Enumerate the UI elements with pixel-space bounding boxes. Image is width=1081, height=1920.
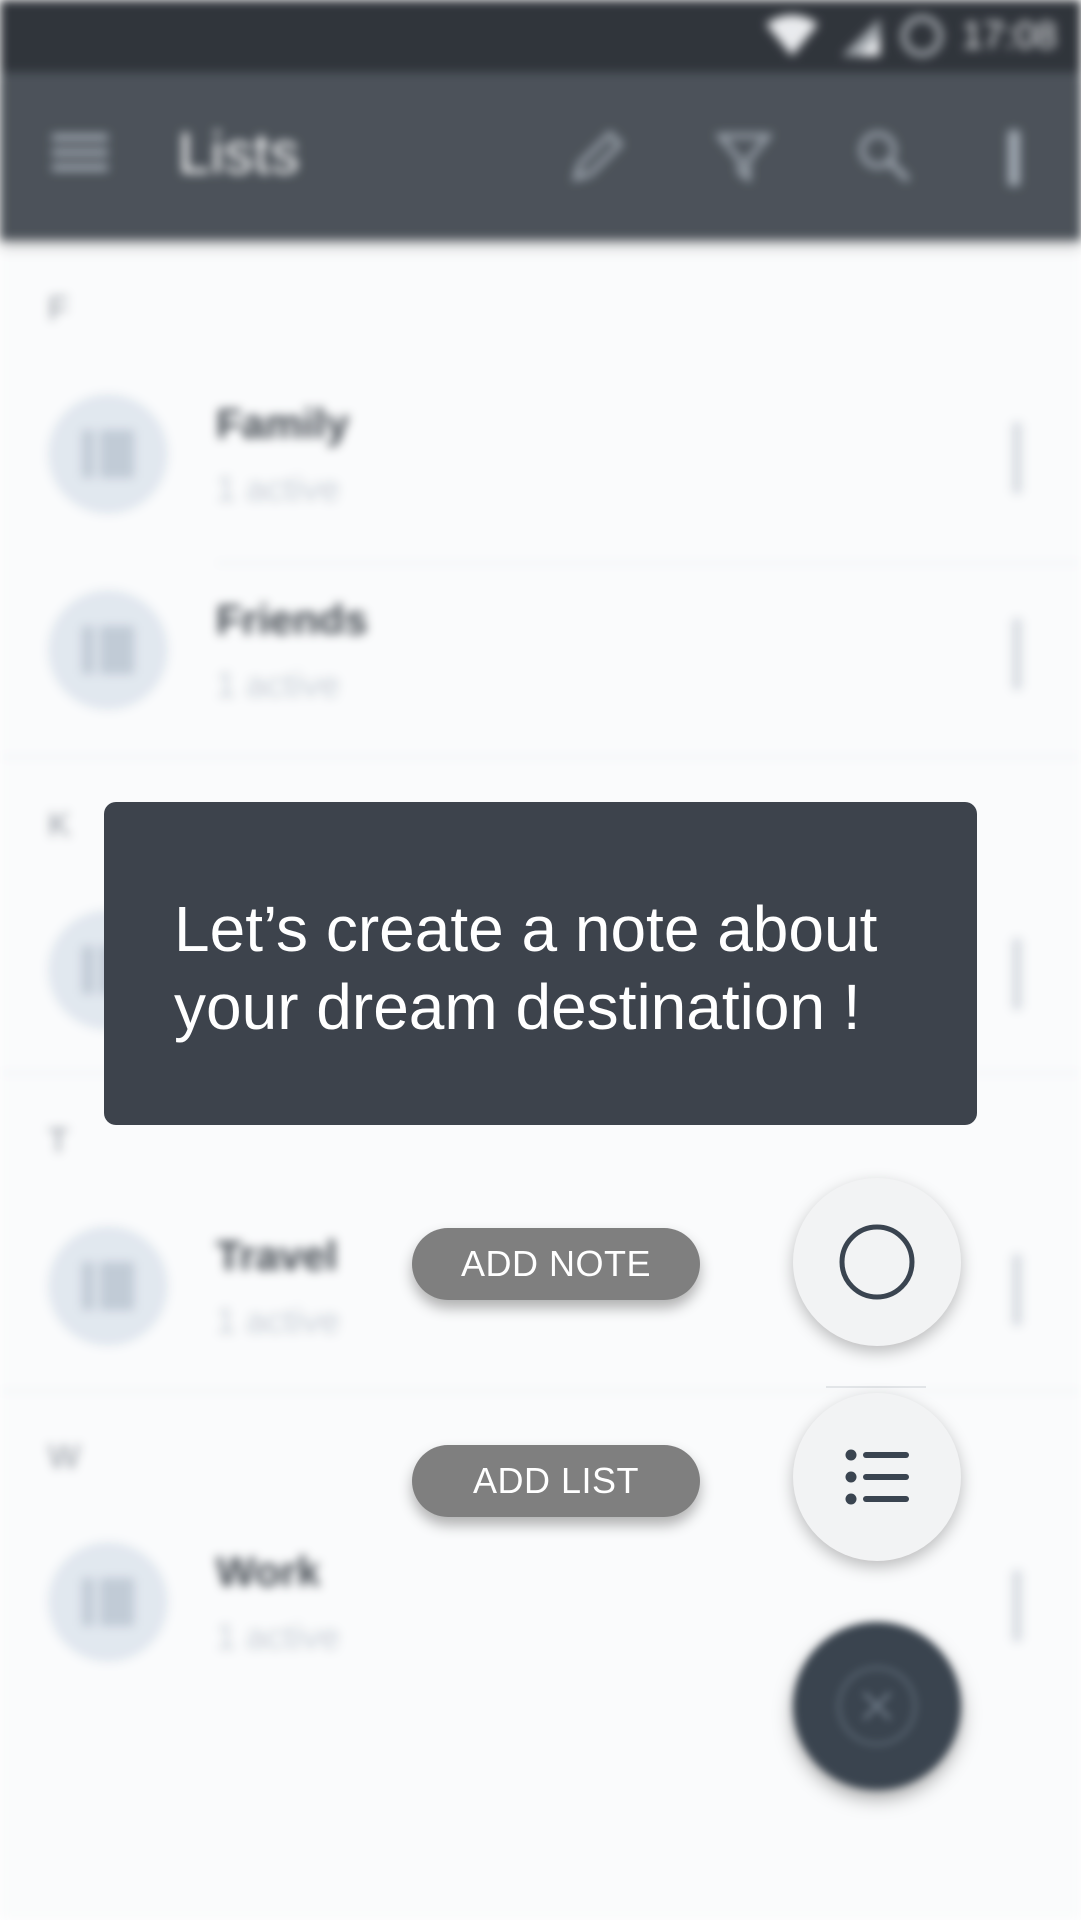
close-fab-button[interactable] [793, 1622, 961, 1790]
onboarding-tooltip: Let’s create a note about your dream des… [104, 802, 977, 1125]
add-list-button[interactable] [793, 1393, 961, 1561]
add-list-label[interactable]: ADD LIST [412, 1445, 700, 1517]
speed-dial-divider [826, 1386, 926, 1388]
add-note-button[interactable] [793, 1178, 961, 1346]
tooltip-text: Let’s create a note about your dream des… [174, 893, 878, 1043]
add-note-label[interactable]: ADD NOTE [412, 1228, 700, 1300]
list-icon [845, 1449, 909, 1505]
close-icon [837, 1666, 917, 1746]
circle-icon [839, 1224, 915, 1300]
